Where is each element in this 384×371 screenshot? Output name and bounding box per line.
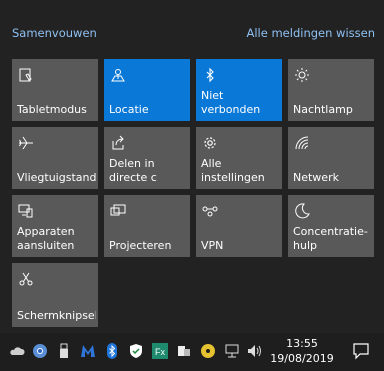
tile-airplane-mode[interactable]: Vliegtuigstand (12, 127, 98, 189)
bluetooth-icon (202, 67, 218, 83)
tile-screen-snip[interactable]: Schermknipsel (12, 263, 98, 327)
night-light-icon (294, 67, 310, 83)
clock-time: 13:55 (286, 337, 318, 350)
connect-devices-icon (18, 203, 34, 219)
network-tray-icon[interactable] (224, 343, 240, 359)
tile-network[interactable]: Netwerk (288, 127, 374, 189)
tile-label: Alle instellingen (201, 157, 265, 184)
tile-connect-devices[interactable]: Apparaten aansluiten (12, 195, 98, 257)
tile-night-light[interactable]: Nachtlamp (288, 59, 374, 121)
collapse-link[interactable]: Samenvouwen (12, 26, 97, 40)
airplane-icon (18, 135, 34, 151)
tile-nearby-sharing[interactable]: Delen in directe c (104, 127, 190, 189)
action-center-icon (352, 342, 370, 360)
onedrive-icon[interactable] (9, 343, 25, 359)
clock[interactable]: 13:55 19/08/2019 (270, 336, 334, 366)
tile-bluetooth[interactable]: Niet verbonden (196, 59, 282, 121)
tablet-mode-icon (18, 67, 34, 83)
project-icon (110, 203, 126, 219)
chrome-icon[interactable] (32, 343, 48, 359)
tile-label: Nachtlamp (293, 103, 353, 116)
app-icon[interactable] (176, 343, 192, 359)
screen-snip-icon (18, 271, 34, 287)
tile-all-settings[interactable]: Alle instellingen (196, 127, 282, 189)
tile-label: Vliegtuigstand (17, 171, 96, 184)
bluetooth-tray-icon[interactable] (104, 343, 120, 359)
malwarebytes-icon[interactable] (80, 343, 96, 359)
tile-label: Concentratie- hulp (293, 225, 368, 252)
foxit-icon[interactable]: Fx (152, 343, 168, 359)
tile-project[interactable]: Projecteren (104, 195, 190, 257)
action-center-panel: Samenvouwen Alle meldingen wissen Tablet… (0, 0, 384, 333)
tile-location[interactable]: Locatie (104, 59, 190, 121)
tile-label: Locatie (109, 103, 149, 116)
tile-label: VPN (201, 239, 224, 252)
tile-label: Delen in directe c (109, 157, 157, 184)
clear-all-notifications-link[interactable]: Alle meldingen wissen (246, 26, 375, 40)
focus-assist-icon (294, 203, 310, 219)
dvd-icon[interactable] (200, 343, 216, 359)
volume-icon[interactable] (247, 343, 263, 359)
location-icon (110, 67, 126, 83)
tile-label: Apparaten aansluiten (17, 225, 75, 252)
tile-label: Projecteren (109, 239, 172, 252)
tile-label: Tabletmodus (17, 103, 87, 116)
share-icon (110, 135, 126, 151)
svg-text:Fx: Fx (155, 347, 165, 357)
tile-label: Schermknipsel (17, 309, 96, 322)
action-center-button[interactable] (340, 333, 384, 371)
taskbar: Fx 13:55 19/08/2019 (0, 333, 384, 371)
tile-tablet-mode[interactable]: Tabletmodus (12, 59, 98, 121)
clock-date: 19/08/2019 (270, 352, 334, 365)
network-icon (294, 135, 310, 151)
tile-vpn[interactable]: VPN (196, 195, 282, 257)
gear-icon (202, 135, 218, 151)
vpn-icon (202, 203, 218, 219)
tile-label: Niet verbonden (201, 89, 261, 116)
usb-icon[interactable] (56, 343, 72, 359)
tile-focus-assist[interactable]: Concentratie- hulp (288, 195, 374, 257)
security-icon[interactable] (128, 343, 144, 359)
tile-label: Netwerk (293, 171, 339, 184)
